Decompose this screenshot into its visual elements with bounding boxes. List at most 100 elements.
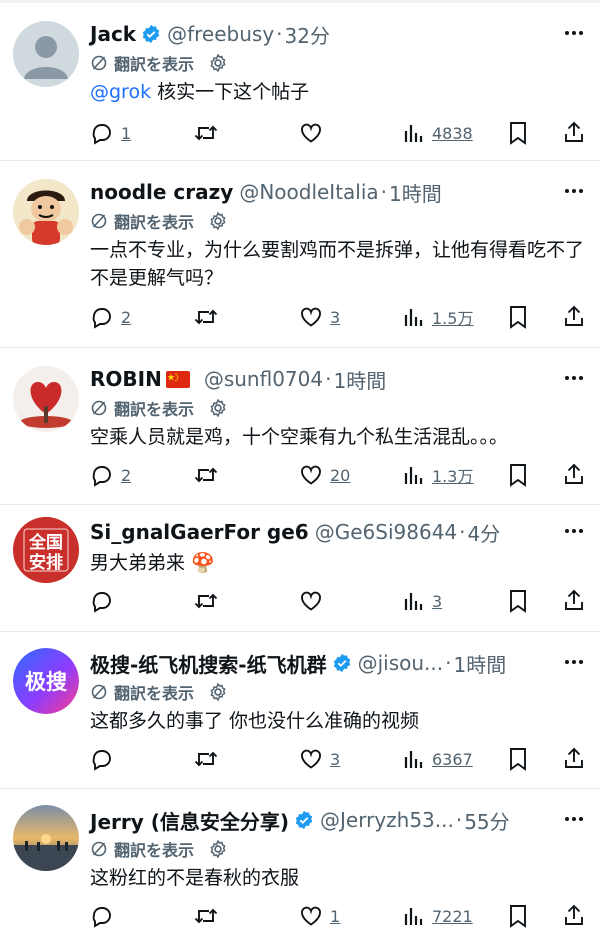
reply-tweet[interactable]: Jack @freebusy · 32分 翻訳を表示 @grok 核实一下这个帖… [0,3,600,160]
bookmark-icon[interactable] [507,463,529,487]
author-name[interactable]: Jack [90,22,136,46]
bookmark-icon[interactable] [507,747,529,771]
verified-badge-icon [295,810,313,830]
reply-icon [92,124,111,145]
author-name[interactable]: ROBIN [90,367,162,391]
show-translation-button[interactable]: 翻訳を表示 [90,679,586,705]
translate-icon [91,213,107,229]
tweet-text: 男大弟弟来 🍄 [90,552,215,574]
avatar[interactable] [13,366,79,432]
reply-button[interactable] [90,586,121,616]
views-button[interactable]: 1.5万 [403,302,473,332]
translate-icon [91,400,107,416]
author-name[interactable]: Si_gnalGaerFor ge6 [90,520,309,544]
author-handle[interactable]: @freebusy [167,22,274,46]
share-icon[interactable] [562,462,586,486]
share-icon[interactable] [562,588,586,612]
author-handle[interactable]: @NoodleItalia [239,180,378,204]
bookmark-icon[interactable] [507,589,529,613]
reply-icon [92,308,111,329]
author-name[interactable]: noodle crazy [90,180,233,204]
retweet-button[interactable] [193,302,226,332]
share-icon[interactable] [562,746,586,770]
avatar[interactable]: 全国 安排 [13,517,79,583]
author-handle[interactable]: @sunfl0704 [204,367,323,391]
like-count: 3 [330,307,341,327]
avatar[interactable]: 极搜 [13,648,79,714]
like-button[interactable]: 3 [299,744,340,774]
author-handle[interactable]: @Jerryzh53... [320,808,454,832]
timestamp[interactable]: 1時間 [389,178,442,207]
gear-icon[interactable] [208,53,228,73]
author-name[interactable]: 极搜-纸飞机搜索-纸飞机群 [90,649,327,678]
more-options-icon[interactable] [562,179,586,203]
views-button[interactable]: 6367 [403,744,473,774]
share-icon[interactable] [562,120,586,144]
author-name[interactable]: Jerry (信息安全分享) [90,806,289,835]
author-handle[interactable]: @Ge6Si98644 [315,520,457,544]
mention-link[interactable]: @grok [90,81,151,103]
timestamp[interactable]: 1時間 [454,649,507,678]
reply-tweet[interactable]: ROBIN @sunfl0704 · 1時間 翻訳を表示 空乘人员就是鸡，十个空… [0,348,600,504]
retweet-button[interactable] [193,460,226,490]
share-icon[interactable] [562,903,586,927]
translate-label: 翻訳を表示 [114,400,195,419]
like-button[interactable] [299,118,330,148]
avatar[interactable] [13,21,79,87]
show-translation-button[interactable]: 翻訳を表示 [90,836,586,862]
separator-dot: · [459,520,466,544]
share-icon[interactable] [562,304,586,328]
timestamp[interactable]: 1時間 [333,365,386,394]
timestamp[interactable]: 55分 [464,806,509,835]
reply-tweet[interactable]: noodle crazy @NoodleItalia · 1時間 翻訳を表示 一… [0,161,600,347]
show-translation-button[interactable]: 翻訳を表示 [90,395,586,421]
timestamp[interactable]: 32分 [285,20,330,49]
like-button[interactable]: 20 [299,460,350,490]
show-translation-button[interactable]: 翻訳を表示 [90,208,586,234]
retweet-button[interactable] [193,586,226,616]
gear-icon[interactable] [208,211,228,231]
reply-button[interactable] [90,901,121,931]
like-count: 3 [330,749,341,769]
bookmark-icon[interactable] [507,305,529,329]
like-button[interactable] [299,586,330,616]
reply-tweet[interactable]: 全国 安排 Si_gnalGaerFor ge6 @Ge6Si98644 · 4分… [0,505,600,631]
retweet-button[interactable] [193,901,226,931]
bookmark-icon[interactable] [507,904,529,928]
retweet-button[interactable] [193,744,226,774]
reply-tweet[interactable]: Jerry (信息安全分享) @Jerryzh53... · 55分 翻訳を表示… [0,789,600,945]
translate-label: 翻訳を表示 [114,841,195,860]
reply-button[interactable]: 2 [90,302,131,332]
views-chart-icon [404,593,423,610]
author-handle[interactable]: @jisou... [358,651,444,675]
more-options-icon[interactable] [562,21,586,45]
views-chart-icon [404,908,423,925]
views-button[interactable]: 1.3万 [403,460,473,490]
timestamp[interactable]: 4分 [468,518,501,547]
views-button[interactable]: 4838 [403,118,473,148]
retweet-button[interactable] [193,118,226,148]
reply-button[interactable]: 1 [90,118,131,148]
views-button[interactable]: 7221 [403,901,473,931]
more-options-icon[interactable] [562,366,586,390]
gear-icon[interactable] [208,398,228,418]
heart-icon [301,465,321,485]
like-button[interactable]: 1 [299,901,340,931]
show-translation-button[interactable]: 翻訳を表示 [90,50,586,76]
gear-icon[interactable] [208,682,228,702]
bookmark-icon[interactable] [507,121,529,145]
reply-feed: Jack @freebusy · 32分 翻訳を表示 @grok 核实一下这个帖… [0,0,600,945]
more-options-icon[interactable] [562,519,586,543]
reply-button[interactable]: 2 [90,460,131,490]
gear-icon[interactable] [208,839,228,859]
more-options-icon[interactable] [562,807,586,831]
views-button[interactable]: 3 [403,586,442,616]
reply-count: 2 [121,307,132,327]
avatar[interactable] [13,179,79,245]
reply-tweet[interactable]: 极搜 极搜-纸飞机搜索-纸飞机群 @jisou... · 1時間 翻訳を表示 这… [0,632,600,788]
avatar[interactable] [13,805,79,871]
more-options-icon[interactable] [562,650,586,674]
like-button[interactable]: 3 [299,302,340,332]
verified-badge-icon [333,653,350,673]
reply-button[interactable] [90,744,121,774]
